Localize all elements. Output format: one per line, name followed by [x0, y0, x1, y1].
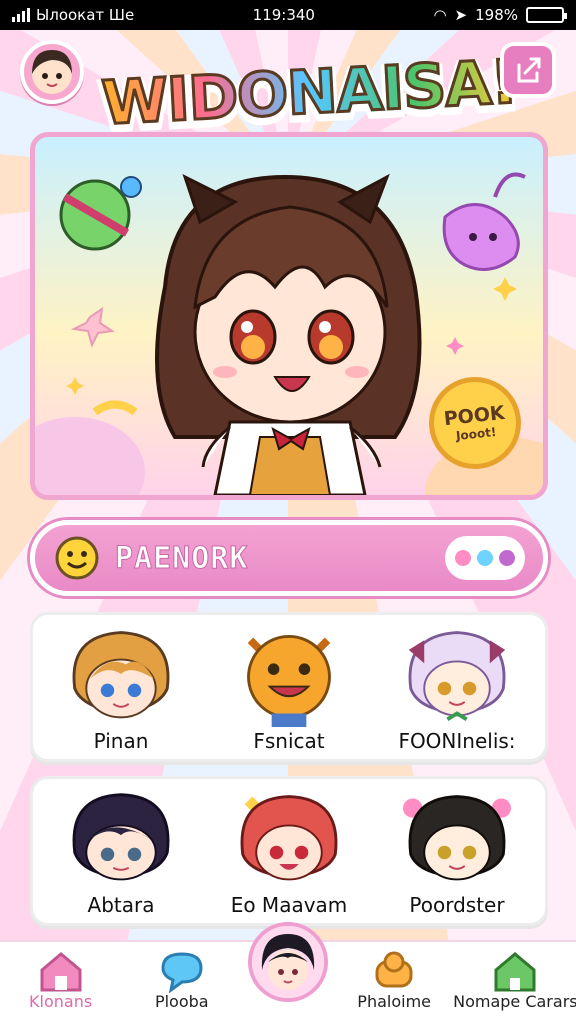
nav-label: Nomape Carars	[453, 992, 576, 1011]
nav-label: Plooba	[154, 992, 209, 1011]
smiley-icon	[55, 536, 99, 580]
center-avatar-icon	[252, 926, 324, 998]
character-name: Eo Maavam	[230, 893, 348, 917]
character-card[interactable]: Poordster	[377, 785, 537, 917]
badge-title: POOK	[442, 401, 506, 431]
planet-icon	[59, 176, 142, 251]
section-header-bar[interactable]: PAENORK	[30, 520, 548, 596]
chat-bubble-icon	[161, 952, 203, 994]
character-card[interactable]: Abtara	[41, 785, 201, 917]
character-row-2: Abtara Eo Maavam Poordster	[30, 776, 548, 926]
avatar-face-icon	[32, 50, 72, 94]
character-name: Poordster	[409, 893, 505, 917]
character-card[interactable]: Pinan	[41, 621, 201, 753]
nav-item-chat[interactable]: Plooba	[127, 948, 237, 1011]
share-icon	[517, 57, 541, 83]
battery-percent: 198%	[475, 6, 518, 24]
character-portrait-icon	[403, 795, 511, 881]
character-card[interactable]: Eo Maavam	[209, 785, 369, 917]
carrier-name: Ылоокат Ше	[36, 6, 135, 24]
ghost-cat-icon	[442, 172, 526, 271]
clock: 119:340	[252, 6, 315, 24]
status-bar: Ылоокат Ше 119:340 ◠ ➤ 198%	[0, 0, 576, 30]
character-portrait-icon	[72, 631, 170, 719]
character-card[interactable]: Fsnicat	[209, 621, 369, 753]
house-icon	[494, 952, 536, 992]
signal-icon	[12, 8, 30, 22]
share-button[interactable]	[500, 42, 556, 98]
character-name: Fsnicat	[253, 729, 325, 753]
nav-label: Klonans	[29, 992, 93, 1011]
profile-avatar-button[interactable]	[20, 40, 84, 104]
home-icon	[40, 952, 82, 992]
character-icon	[375, 951, 413, 988]
location-icon: ➤	[454, 6, 468, 24]
nav-label: Phaloime	[357, 992, 431, 1011]
character-card[interactable]: FOONInelis:	[377, 621, 537, 753]
nav-item-character[interactable]: Phaloime	[339, 948, 449, 1011]
badge-subtitle: Jooot!	[455, 424, 497, 444]
star-icon	[70, 306, 115, 348]
character-portrait-icon	[240, 795, 338, 881]
nav-item-home[interactable]: Klonans	[6, 948, 116, 1011]
nav-center-avatar-button[interactable]	[248, 922, 328, 1002]
character-portrait-icon	[408, 631, 506, 721]
character-portrait-icon	[72, 793, 170, 881]
battery-icon	[526, 7, 567, 23]
section-label: PAENORK	[114, 540, 249, 576]
chat-icon[interactable]	[445, 536, 525, 580]
character-name: FOONInelis:	[398, 729, 516, 753]
nav-item-house[interactable]: Nomape Carars	[453, 948, 576, 1011]
character-name: Pinan	[93, 729, 149, 753]
character-portrait-icon	[247, 634, 331, 727]
hero-banner[interactable]: POOK Jooot!	[30, 132, 548, 500]
character-name: Abtara	[87, 893, 155, 917]
character-row-1: Pinan Fsnicat FOONInelis:	[30, 612, 548, 762]
wifi-icon: ◠	[433, 6, 447, 24]
